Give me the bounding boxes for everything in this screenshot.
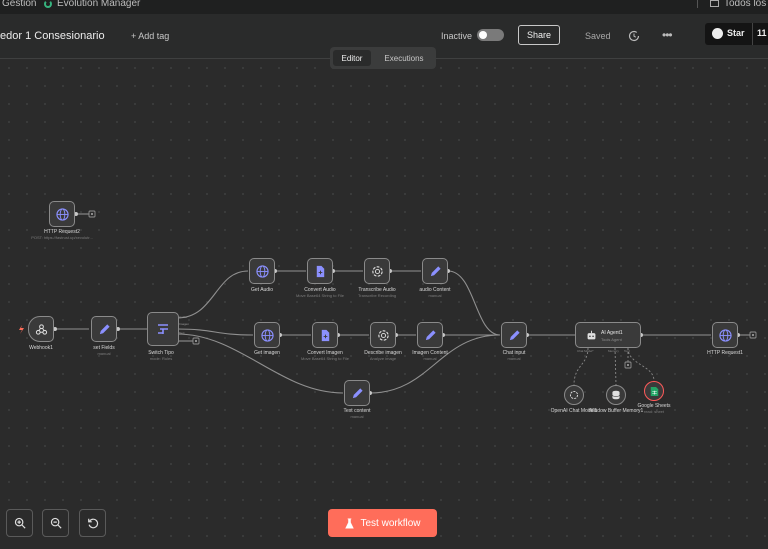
node-label: AI Agent1 — [601, 330, 623, 336]
pencil-icon — [99, 323, 110, 334]
trigger-bolt-icon — [19, 325, 24, 334]
node-get-imagen[interactable] — [254, 322, 280, 348]
node-window-buffer-memory1[interactable] — [606, 385, 626, 405]
globe-icon — [260, 328, 274, 342]
zoom-in-button[interactable] — [6, 509, 33, 537]
node-ai-agent1[interactable]: AI Agent1 Tools Agent — [575, 322, 641, 348]
node-http-request2[interactable] — [49, 201, 75, 227]
pencil-icon — [352, 387, 363, 398]
node-describe-imagen[interactable] — [370, 322, 396, 348]
node-text-content[interactable] — [344, 380, 370, 406]
robot-icon — [587, 330, 596, 339]
switch-output-label: Text — [179, 331, 185, 335]
zoom-out-button[interactable] — [42, 509, 69, 537]
flask-icon — [345, 518, 355, 528]
node-imagen-content[interactable] — [417, 322, 443, 348]
node-sublabel: manual — [507, 356, 521, 361]
node-sublabel: manual — [350, 414, 364, 419]
node-sublabel: Tools Agent — [601, 337, 622, 342]
node-convert-audio[interactable] — [307, 258, 333, 284]
pencil-icon — [430, 265, 441, 276]
node-set-fields[interactable] — [91, 316, 117, 342]
reset-icon — [87, 518, 98, 529]
node-sublabel: manual — [423, 356, 437, 361]
test-workflow-button[interactable]: Test workflow — [328, 509, 437, 537]
node-switch-tipo[interactable] — [147, 312, 179, 346]
openai-icon — [377, 329, 389, 341]
node-get-audio[interactable] — [249, 258, 275, 284]
openai-icon — [371, 265, 383, 277]
port-label: Chat Model* — [577, 349, 594, 353]
webhook-icon — [35, 323, 47, 335]
node-chat-input[interactable] — [501, 322, 527, 348]
reset-zoom-button[interactable] — [79, 509, 106, 537]
tab-editor[interactable]: Editor — [333, 50, 371, 66]
port-label: Tool — [624, 349, 630, 353]
node-http-request1[interactable] — [712, 322, 738, 348]
node-audio-content[interactable] — [422, 258, 448, 284]
tab-executions[interactable]: Executions — [375, 50, 433, 66]
switch-icon — [158, 324, 168, 334]
globe-icon — [55, 207, 69, 221]
zoom-in-icon — [14, 517, 26, 529]
node-label: HTTP Request1 — [707, 350, 743, 356]
google-sheets-icon — [650, 386, 658, 396]
port-label: Memory — [608, 349, 619, 353]
node-sublabel: POST: https://fastrust.up/xevolutr... — [31, 235, 93, 240]
test-workflow-label: Test workflow — [360, 517, 421, 529]
database-icon — [612, 390, 620, 400]
globe-icon — [718, 328, 732, 342]
zoom-out-icon — [50, 517, 62, 529]
globe-icon — [255, 264, 269, 278]
file-convert-icon — [321, 329, 329, 341]
node-sublabel: read: sheet — [643, 409, 664, 414]
file-convert-icon — [316, 265, 324, 277]
switch-output-label: Imagen — [179, 322, 190, 326]
switch-output-label: Audio — [179, 315, 187, 319]
node-label: Webhook1 — [29, 345, 53, 351]
pencil-icon — [509, 329, 520, 340]
view-tabs: Editor Executions — [330, 47, 436, 69]
node-convert-imagen[interactable] — [312, 322, 338, 348]
openai-icon — [569, 390, 579, 400]
node-google-sheets[interactable] — [644, 381, 664, 401]
node-transcribe-audio[interactable] — [364, 258, 390, 284]
node-webhook1[interactable] — [28, 316, 54, 342]
node-sublabel: manual — [428, 293, 442, 298]
pencil-icon — [425, 329, 436, 340]
node-sublabel: mode: Rules — [149, 356, 173, 361]
node-openai-chat-model1[interactable] — [564, 385, 584, 405]
